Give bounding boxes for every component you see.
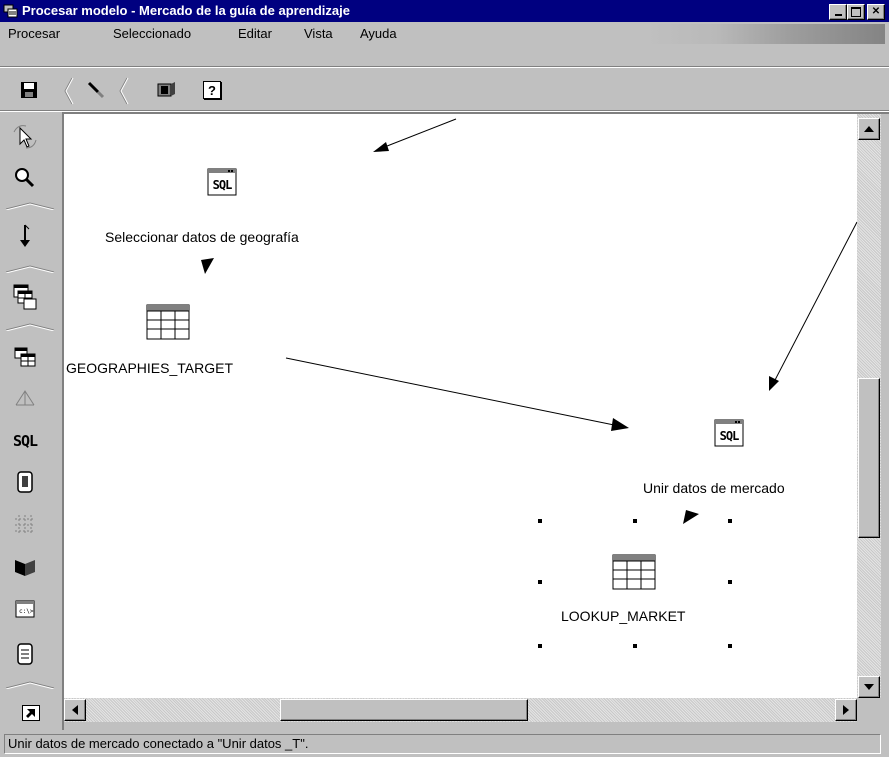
cube-button[interactable] xyxy=(10,553,40,581)
help-icon: ? xyxy=(203,81,221,99)
task-flow-icon xyxy=(20,224,30,247)
minimize-icon xyxy=(834,14,842,16)
arrow-head xyxy=(373,142,389,152)
select-tool-button[interactable] xyxy=(10,122,40,150)
close-icon: ✕ xyxy=(871,6,881,17)
run-icon xyxy=(157,82,175,97)
shortcut-button[interactable] xyxy=(22,705,40,721)
grid-button[interactable] xyxy=(10,510,40,538)
target-table-button[interactable] xyxy=(10,343,40,371)
save-button[interactable] xyxy=(18,79,40,101)
process-canvas[interactable]: SQL Seleccionar datos de geografía GEOGR… xyxy=(64,114,857,698)
link-tool-icon xyxy=(87,81,105,99)
shortcut-icon xyxy=(26,709,35,718)
menu-bar-decoration xyxy=(645,24,885,44)
cube-icon xyxy=(15,560,35,576)
program-button[interactable] xyxy=(10,468,40,496)
minimize-button[interactable] xyxy=(829,4,847,20)
close-button[interactable]: ✕ xyxy=(867,4,885,20)
selection-handle[interactable] xyxy=(538,519,542,523)
menu-ayuda[interactable]: Ayuda xyxy=(356,25,401,43)
sql-step-node-icon[interactable]: SQL xyxy=(714,419,744,447)
run-button[interactable] xyxy=(155,79,177,101)
palette-separator xyxy=(5,265,55,273)
arrow-left-icon xyxy=(72,705,78,715)
scroll-left-button[interactable] xyxy=(64,699,86,721)
transformer-icon xyxy=(15,390,35,406)
selection-handle[interactable] xyxy=(538,580,542,584)
target-table-icon xyxy=(14,347,36,367)
scroll-up-button[interactable] xyxy=(858,118,880,140)
file-icon: c:\> xyxy=(15,600,35,618)
arrow-head xyxy=(769,376,779,391)
sql-step-node-icon[interactable]: SQL xyxy=(207,168,237,196)
zoom-icon xyxy=(15,168,35,188)
text-file-icon xyxy=(17,643,33,665)
sql-node-icon-label: SQL xyxy=(213,178,232,192)
target-table-node-icon[interactable] xyxy=(146,304,190,340)
selection-handle[interactable] xyxy=(633,519,637,523)
program-icon xyxy=(17,471,33,493)
task-flow-button[interactable] xyxy=(10,222,40,250)
node-label[interactable]: Seleccionar datos de geografía xyxy=(105,229,299,245)
arrow-up-icon xyxy=(864,126,874,132)
selection-handle[interactable] xyxy=(538,644,542,648)
horizontal-scroll-thumb[interactable] xyxy=(280,699,528,721)
palette-separator xyxy=(5,202,55,210)
connection-lines xyxy=(201,118,857,524)
sql-node-icon-label: SQL xyxy=(720,429,739,443)
arrow-head xyxy=(611,418,629,431)
source-tables-button[interactable] xyxy=(10,283,40,311)
toolbar-separator xyxy=(119,77,129,105)
transformer-button[interactable] xyxy=(10,384,40,412)
selection-handle[interactable] xyxy=(728,580,732,584)
status-text: Unir datos de mercado conectado a "Unir … xyxy=(8,736,309,751)
menu-procesar[interactable]: Procesar xyxy=(4,25,64,43)
source-tables-icon xyxy=(13,284,37,310)
help-icon-label: ? xyxy=(208,82,216,98)
toolbar-separator xyxy=(64,77,74,105)
arrow-down-icon xyxy=(864,684,874,690)
connector-line xyxy=(773,221,857,383)
selection-handle[interactable] xyxy=(633,644,637,648)
menu-seleccionado[interactable]: Seleccionado xyxy=(109,25,195,43)
vertical-scroll-thumb[interactable] xyxy=(858,378,880,538)
selection-handle[interactable] xyxy=(728,644,732,648)
text-file-button[interactable] xyxy=(10,640,40,668)
selection-handle[interactable] xyxy=(728,519,732,523)
scrollbar-corner xyxy=(857,698,881,722)
arrow-head xyxy=(683,510,699,524)
connector-line xyxy=(285,357,620,427)
maximize-button[interactable] xyxy=(847,4,865,20)
toolbar-top-separator xyxy=(0,66,889,68)
arrow-right-icon xyxy=(843,705,849,715)
palette-separator xyxy=(5,681,55,689)
arrow-head xyxy=(201,258,214,274)
table-node-icon[interactable] xyxy=(612,554,656,590)
sql-step-icon: SQL xyxy=(12,432,38,450)
grid-icon xyxy=(15,515,35,533)
menu-editar[interactable]: Editar xyxy=(234,25,276,43)
scroll-right-button[interactable] xyxy=(835,699,857,721)
save-icon xyxy=(21,82,37,98)
zoom-tool-button[interactable] xyxy=(10,164,40,192)
node-label[interactable]: LOOKUP_MARKET xyxy=(561,608,685,624)
svg-text:c:\>: c:\> xyxy=(19,608,34,615)
palette-separator xyxy=(5,323,55,331)
menu-vista[interactable]: Vista xyxy=(300,25,337,43)
node-label[interactable]: Unir datos de mercado xyxy=(643,480,785,496)
sql-step-button[interactable]: SQL xyxy=(10,427,40,455)
file-button[interactable]: c:\> xyxy=(10,595,40,623)
help-button[interactable]: ? xyxy=(201,79,223,101)
node-label[interactable]: GEOGRAPHIES_TARGET xyxy=(66,360,233,376)
maximize-icon xyxy=(851,7,861,17)
connector-line xyxy=(381,118,457,149)
select-arrow-icon xyxy=(13,125,37,149)
link-tool-button[interactable] xyxy=(85,79,107,101)
scroll-down-button[interactable] xyxy=(858,676,880,698)
app-icon xyxy=(3,4,18,18)
window-title: Procesar modelo - Mercado de la guía de … xyxy=(22,3,350,18)
